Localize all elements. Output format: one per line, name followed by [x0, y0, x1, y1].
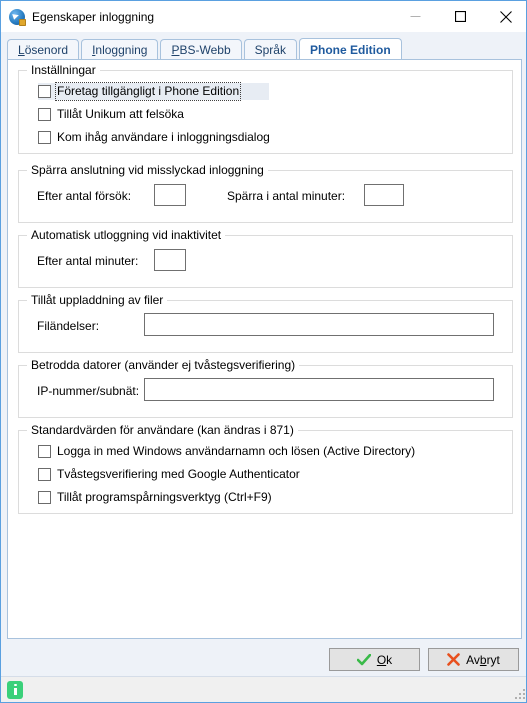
group-automatisk-utloggning: Automatisk utloggning vid inaktivitet Ef… — [18, 228, 513, 288]
checkbox-label: Tillåt Unikum att felsöka — [57, 107, 184, 121]
dialog-window: Egenskaper inloggning Lösenord I nloggni… — [0, 0, 527, 703]
window-controls — [393, 1, 526, 32]
group-installningar-legend: Inställningar — [27, 63, 100, 77]
app-globe-icon — [9, 8, 26, 26]
tab-pbs-webb-accel: P — [171, 43, 180, 57]
checkbox-box-icon — [38, 131, 51, 144]
close-button[interactable] — [483, 1, 526, 32]
tab-losenord-label: ösenord — [24, 43, 69, 57]
button-bar: Ok Avbryt — [1, 640, 526, 676]
ok-button-label: Ok — [376, 652, 393, 667]
resize-grip[interactable] — [513, 687, 525, 699]
cancel-button[interactable]: Avbryt — [428, 648, 519, 671]
input-sparra-i-antal-minuter[interactable] — [364, 184, 404, 206]
checkbox-box-icon — [38, 491, 51, 504]
tab-page-phone-edition: Inställningar Företag tillgängligt i Pho… — [7, 59, 522, 639]
input-efter-antal-forsok[interactable] — [154, 184, 186, 206]
check-icon — [356, 653, 371, 666]
tab-pbs-webb-label: BS-Webb — [179, 43, 231, 57]
group-standardvarden: Standardvärden för användare (kan ändras… — [18, 423, 513, 514]
tab-inloggning-label: nloggning — [95, 43, 148, 57]
group-uppladdning-legend: Tillåt uppladdning av filer — [27, 293, 168, 307]
ok-button[interactable]: Ok — [329, 648, 420, 671]
checkbox-box-icon — [38, 108, 51, 121]
input-filandelser[interactable] — [144, 313, 494, 336]
tab-strip: Lösenord Inloggning P BS-Webb Språk Phone… — [7, 38, 522, 60]
tab-inloggning[interactable]: Inloggning — [81, 39, 159, 60]
group-sparra-anslutning: Spärra anslutning vid misslyckad inloggn… — [18, 163, 513, 223]
title-bar: Egenskaper inloggning — [1, 1, 526, 32]
checkbox-tvastegsverifiering-google[interactable]: Tvåstegsverifiering med Google Authentic… — [38, 466, 300, 483]
checkbox-box-icon — [38, 445, 51, 458]
checkbox-label: Tillåt programspårningsverktyg (Ctrl+F9) — [57, 490, 272, 504]
input-efter-antal-minuter[interactable] — [154, 249, 186, 271]
cancel-button-label: Avbryt — [466, 652, 500, 667]
group-betrodda-datorer: Betrodda datorer (använder ej tvåstegsve… — [18, 358, 513, 418]
tab-losenord[interactable]: Lösenord — [7, 39, 80, 60]
tab-sprak-label: Språk — [254, 43, 286, 57]
status-bar — [1, 676, 526, 702]
group-sparra-anslutning-legend: Spärra anslutning vid misslyckad inloggn… — [27, 163, 268, 177]
checkbox-label: Företag tillgängligt i Phone Edition — [54, 82, 242, 101]
group-uppladdning: Tillåt uppladdning av filer Filändelser: — [18, 293, 513, 353]
group-installningar: Inställningar Företag tillgängligt i Pho… — [18, 63, 513, 154]
tab-phone-edition-label: Phone Edition — [309, 42, 391, 57]
checkbox-box-icon — [38, 85, 51, 98]
info-icon — [7, 680, 23, 699]
maximize-button[interactable] — [438, 1, 483, 32]
label-efter-antal-minuter: Efter antal minuter: — [37, 254, 139, 268]
label-filandelser: Filändelser: — [37, 319, 100, 333]
label-sparra-i-antal-minuter: Spärra i antal minuter: — [227, 189, 346, 203]
label-ip-nummer-subnat: IP-nummer/subnät: — [37, 384, 140, 398]
tab-losenord-accel: L — [18, 43, 25, 57]
input-ip-nummer-subnat[interactable] — [144, 378, 494, 401]
minimize-button[interactable] — [393, 1, 438, 32]
tab-phone-edition[interactable]: Phone Edition — [298, 38, 402, 60]
checkbox-label: Logga in med Windows användarnamn och lö… — [57, 444, 416, 458]
checkbox-kom-ihag-anvandare[interactable]: Kom ihåg användare i inloggningsdialog — [38, 129, 270, 146]
cross-icon — [447, 653, 460, 666]
checkbox-logga-in-windows-ad[interactable]: Logga in med Windows användarnamn och lö… — [38, 443, 415, 460]
group-standardvarden-legend: Standardvärden för användare (kan ändras… — [27, 423, 298, 437]
checkbox-foretag-tillgangligt[interactable]: Företag tillgängligt i Phone Edition — [38, 82, 269, 101]
checkbox-programsparningsverktyg[interactable]: Tillåt programspårningsverktyg (Ctrl+F9) — [38, 489, 272, 506]
checkbox-label: Kom ihåg användare i inloggningsdialog — [57, 130, 270, 144]
label-efter-antal-forsok: Efter antal försök: — [37, 189, 132, 203]
group-betrodda-datorer-legend: Betrodda datorer (använder ej tvåstegsve… — [27, 358, 300, 372]
checkbox-label: Tvåstegsverifiering med Google Authentic… — [57, 467, 300, 481]
group-automatisk-utloggning-legend: Automatisk utloggning vid inaktivitet — [27, 228, 226, 242]
tab-sprak[interactable]: Språk — [243, 39, 297, 60]
checkbox-box-icon — [38, 468, 51, 481]
tab-pbs-webb[interactable]: P BS-Webb — [160, 39, 242, 60]
checkbox-tillat-unikum-felsoka[interactable]: Tillåt Unikum att felsöka — [38, 106, 184, 123]
window-title: Egenskaper inloggning — [32, 9, 155, 24]
